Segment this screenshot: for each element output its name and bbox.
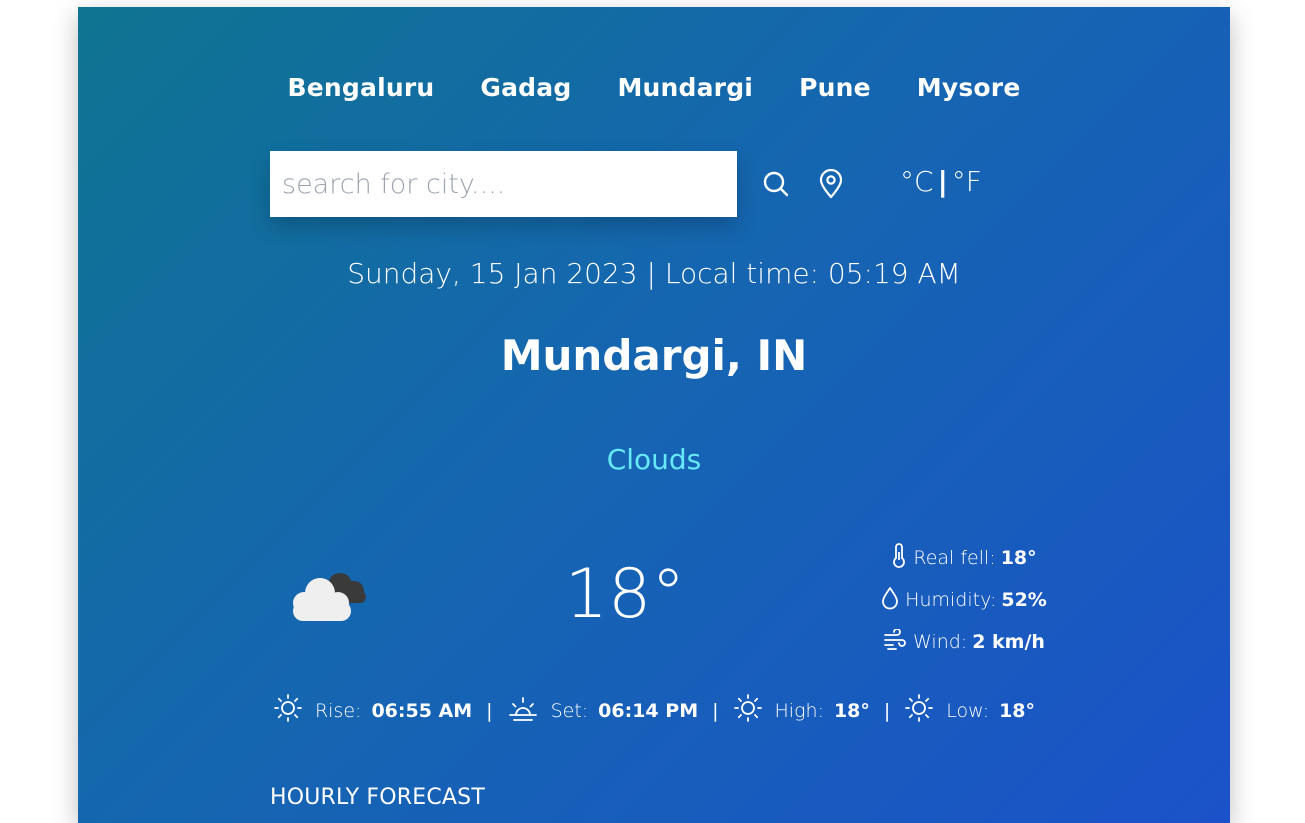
city-link-mundargi[interactable]: Mundargi [617,73,753,102]
high-label: High: [774,699,824,722]
wind-row: Wind: 2 km/h [864,621,1064,663]
weather-app-panel: Bengaluru Gadag Mundargi Pune Mysore °C|… [78,7,1230,823]
celsius-button[interactable]: °C [900,165,934,198]
droplet-icon [881,586,905,615]
humidity-row: Humidity: 52% [864,579,1064,621]
clouds-icon [284,563,374,627]
city-link-gadag[interactable]: Gadag [480,73,571,102]
sun-stats-row: Rise: 06:55 AM | Set: 06:14 PM | High: 1… [270,693,1038,728]
wind-label: Wind: [913,631,968,653]
sunrise-value: 06:55 AM [371,699,473,722]
search-icon[interactable] [762,170,790,202]
weather-details: Real fell: 18° Humidity: 52% Wind: 2 km/… [864,537,1064,663]
hourly-forecast-heading: HOURLY FORECAST [270,785,485,810]
sunset-icon [507,693,551,728]
city-link-pune[interactable]: Pune [799,73,871,102]
city-link-bengaluru[interactable]: Bengaluru [288,73,435,102]
city-link-mysore[interactable]: Mysore [917,73,1021,102]
location-title: Mundargi, IN [500,331,808,380]
map-pin-icon[interactable] [818,168,844,203]
local-datetime: Sunday, 15 Jan 2023 | Local time: 05:19 … [347,257,961,290]
low-label: Low: [946,699,990,722]
sun-icon [904,693,946,728]
real-feel-row: Real fell: 18° [864,537,1064,579]
city-nav: Bengaluru Gadag Mundargi Pune Mysore [270,73,1038,102]
humidity-label: Humidity: [905,589,997,611]
humidity-value: 52% [1001,589,1047,611]
thermometer-icon [891,542,913,574]
sunrise-label: Rise: [314,699,362,722]
real-feel-label: Real fell: [913,547,996,569]
high-value: 18° [833,699,870,722]
search-input[interactable] [270,151,737,217]
search-box [270,151,737,217]
wind-value: 2 km/h [972,631,1045,653]
weather-content: Bengaluru Gadag Mundargi Pune Mysore °C|… [270,7,1047,823]
current-temperature: 18° [564,555,686,634]
fahrenheit-button[interactable]: °F [952,165,982,198]
weather-condition: Clouds [606,443,702,476]
sunset-label: Set: [550,699,589,722]
real-feel-value: 18° [1000,547,1037,569]
stat-separator: | [486,699,493,722]
sun-icon [733,693,775,728]
stat-separator: | [712,699,719,722]
unit-separator: | [937,165,948,198]
wind-icon [883,627,913,656]
sun-icon [273,693,315,728]
sunset-value: 06:14 PM [598,699,699,722]
unit-toggle: °C | °F [900,165,982,198]
low-value: 18° [999,699,1036,722]
stat-separator: | [883,699,891,722]
